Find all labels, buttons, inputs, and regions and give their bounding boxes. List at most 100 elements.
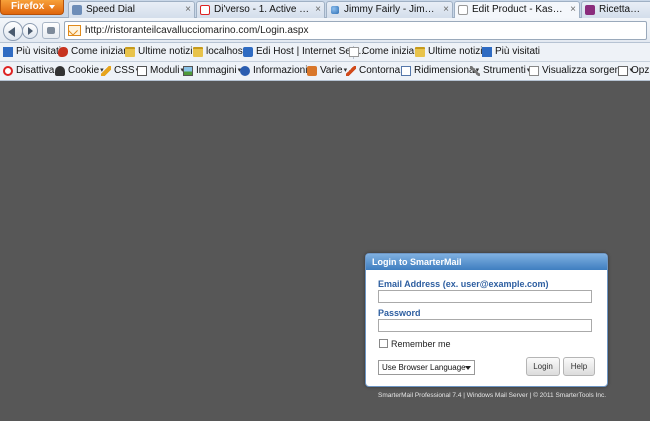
page-icon (458, 5, 468, 15)
bookmark-label: Come iniziare (71, 46, 133, 57)
diverso-icon (200, 5, 210, 15)
bluecube-icon (482, 47, 492, 57)
tab-title: Jimmy Fairly - Jimmy Fairl... (344, 4, 438, 15)
bookmark-label: Ultime notizie (428, 46, 489, 57)
menu-css[interactable]: CSS▾ (100, 62, 139, 80)
tab-title: Ricetta Lasagne (599, 4, 641, 15)
menu-label: Visualizza sorgente (542, 65, 629, 76)
disable-icon (3, 66, 13, 76)
bookmark-piu-visitati-2[interactable]: Più visitati (482, 43, 540, 61)
menu-moduli[interactable]: Moduli▾ (136, 62, 184, 80)
bookmark-come-iniziare[interactable]: Come iniziare (58, 43, 132, 61)
folder-icon (125, 47, 135, 57)
menu-ridimensiona[interactable]: Ridimensiona▾ (400, 62, 479, 80)
back-button[interactable] (3, 21, 23, 41)
help-button[interactable]: Help (563, 357, 595, 376)
site-identity-button[interactable] (42, 22, 60, 39)
menu-contorna[interactable]: Contorna▾ (345, 62, 405, 80)
close-icon[interactable]: × (443, 2, 449, 18)
menu-label: Contorna (359, 65, 401, 76)
bookmark-localhost[interactable]: localhost (193, 43, 245, 61)
menu-label: Informazioni (253, 65, 308, 76)
outline-icon (346, 66, 356, 76)
images-icon (183, 66, 193, 76)
bookmark-label: localhost (206, 46, 246, 57)
firefox-menu-button[interactable]: Firefox (0, 0, 64, 15)
url-text: http://ristoranteilcavallucciomarino.com… (85, 25, 309, 36)
recipe-icon (585, 5, 595, 15)
menu-label: Moduli (150, 65, 180, 76)
folder-icon (415, 47, 425, 57)
menu-label: Varie (320, 65, 343, 76)
edihost-icon (243, 47, 253, 57)
folder-icon (193, 47, 203, 57)
page-icon (349, 47, 359, 57)
tab-edit-product[interactable]: Edit Product - Kassy Shop ... × (454, 1, 580, 19)
menu-strumenti[interactable]: Strumenti▾ (469, 62, 530, 80)
menu-cookie[interactable]: Cookie▾ (54, 62, 104, 80)
menu-label: Strumenti (483, 65, 526, 76)
tab-diverso[interactable]: Di'verso - 1. Active Tickets... × (196, 1, 325, 18)
password-label: Password (378, 308, 421, 318)
misc-icon (307, 66, 317, 76)
menu-label: Opzio (631, 65, 650, 76)
bookmark-ultime-notizie[interactable]: Ultime notizie (125, 43, 198, 61)
menu-immagini[interactable]: Immagini▾ (182, 62, 241, 80)
menu-opzioni[interactable]: Opzio (617, 62, 650, 80)
bookmark-ultime-notizie-2[interactable]: Ultime notizie (415, 43, 488, 61)
bookmark-label: Più visitati (495, 46, 541, 57)
login-header: Login to SmarterMail (366, 254, 607, 270)
menu-label: Ridimensiona (414, 65, 475, 76)
options-icon (618, 66, 628, 76)
close-icon[interactable]: × (570, 2, 576, 18)
forms-icon (137, 66, 147, 76)
remember-me-checkbox[interactable] (379, 339, 388, 348)
language-select-value: Use Browser Language (382, 363, 466, 372)
menu-disattiva[interactable]: Disattiva▾ (2, 62, 59, 80)
bookmark-come-iniziare-2[interactable]: Come iniziare (349, 43, 423, 61)
chevron-down-icon (49, 5, 55, 9)
bookmark-label: Come iniziare (362, 46, 424, 57)
bookmark-label: Ultime notizie (138, 46, 199, 57)
globe-icon (331, 6, 339, 14)
menu-varie[interactable]: Varie▾ (306, 62, 347, 80)
login-panel: Login to SmarterMail Email Address (ex. … (365, 253, 608, 387)
firefox-logo-icon (58, 47, 68, 57)
tab-title: Speed Dial (86, 4, 135, 15)
menu-label: CSS (114, 65, 135, 76)
email-field[interactable] (378, 290, 592, 303)
speed-dial-icon (72, 5, 82, 15)
web-developer-toolbar: Disattiva▾ Cookie▾ CSS▾ Moduli▾ Immagini… (0, 62, 650, 81)
tab-strip: Firefox Speed Dial × Di'verso - 1. Activ… (0, 0, 650, 19)
navigation-bar: http://ristoranteilcavallucciomarino.com… (0, 18, 650, 43)
tab-speed-dial[interactable]: Speed Dial × (68, 1, 195, 18)
page-content: Login to SmarterMail Email Address (ex. … (0, 82, 650, 421)
remember-me-label: Remember me (391, 339, 451, 349)
login-button[interactable]: Login (526, 357, 560, 376)
footer-text: SmarterMail Professional 7.4 | Windows M… (378, 392, 607, 399)
close-icon[interactable]: × (315, 2, 321, 18)
mail-icon (68, 25, 81, 36)
firefox-menu-label: Firefox (11, 1, 45, 12)
tab-ricetta-lasagne[interactable]: Ricetta Lasagne (581, 1, 650, 18)
url-bar[interactable]: http://ristoranteilcavallucciomarino.com… (64, 21, 647, 40)
tab-jimmy-fairly[interactable]: Jimmy Fairly - Jimmy Fairl... × (326, 1, 453, 18)
bookmarks-toolbar: Più visitati Come iniziare Ultime notizi… (0, 43, 650, 62)
email-label: Email Address (ex. user@example.com) (378, 279, 549, 289)
language-select[interactable]: Use Browser Language (378, 360, 475, 375)
source-icon (529, 66, 539, 76)
bookmark-label: Più visitati (16, 46, 62, 57)
password-field[interactable] (378, 319, 592, 332)
forward-button[interactable] (22, 23, 38, 39)
menu-label: Cookie (68, 65, 100, 76)
bookmark-piu-visitati[interactable]: Più visitati (3, 43, 61, 61)
css-icon (101, 66, 111, 76)
info-icon (240, 66, 250, 76)
remember-me[interactable]: Remember me (379, 339, 451, 349)
menu-label: Immagini (196, 65, 237, 76)
close-icon[interactable]: × (185, 2, 191, 18)
resize-icon (401, 66, 411, 76)
tab-title: Di'verso - 1. Active Tickets... (214, 4, 310, 15)
menu-label: Disattiva (16, 65, 55, 76)
menu-informazioni[interactable]: Informazioni▾ (239, 62, 312, 80)
